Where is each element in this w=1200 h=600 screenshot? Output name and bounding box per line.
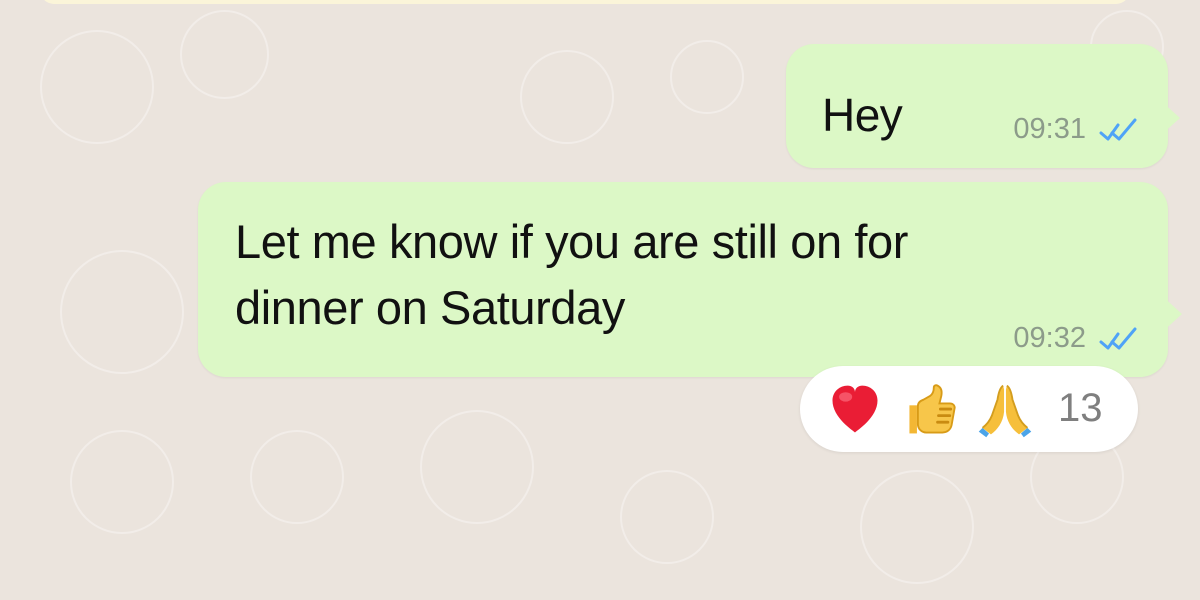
- read-receipt-icon: [1099, 327, 1137, 349]
- heart-icon[interactable]: [825, 380, 885, 440]
- praying-hands-icon[interactable]: [975, 380, 1035, 440]
- background-doodle: [620, 470, 714, 564]
- background-doodle: [860, 470, 974, 584]
- top-banner-edge: [40, 0, 1130, 4]
- read-receipt-icon: [1099, 118, 1137, 140]
- background-doodle: [60, 250, 184, 374]
- reaction-pill[interactable]: 13: [800, 366, 1138, 452]
- background-doodle: [250, 430, 344, 524]
- chat-background: Hey 09:31 Let me know if you are still o…: [0, 0, 1200, 600]
- background-doodle: [70, 430, 174, 534]
- message-meta: 09:32: [1013, 324, 1138, 353]
- message-time: 09:31: [1013, 113, 1086, 145]
- message-bubble-outgoing[interactable]: Let me know if you are still on for dinn…: [198, 182, 1182, 377]
- message-text: Hey: [822, 89, 903, 141]
- thumbs-up-icon[interactable]: [901, 380, 961, 440]
- background-doodle: [420, 410, 534, 524]
- message-meta: 09:31: [1013, 115, 1138, 144]
- reaction-count: 13: [1058, 386, 1103, 430]
- message-tail: [1160, 294, 1182, 334]
- background-doodle: [40, 30, 154, 144]
- background-doodle: [180, 10, 269, 99]
- background-doodle: [670, 40, 744, 114]
- message-time: 09:32: [1013, 322, 1086, 354]
- message-bubble-outgoing[interactable]: Hey 09:31: [786, 44, 1180, 168]
- message-tail: [1160, 100, 1180, 136]
- message-text-line: dinner on Saturday: [235, 281, 625, 334]
- message-text-line: Let me know if you are still on for: [235, 215, 909, 268]
- background-doodle: [520, 50, 614, 144]
